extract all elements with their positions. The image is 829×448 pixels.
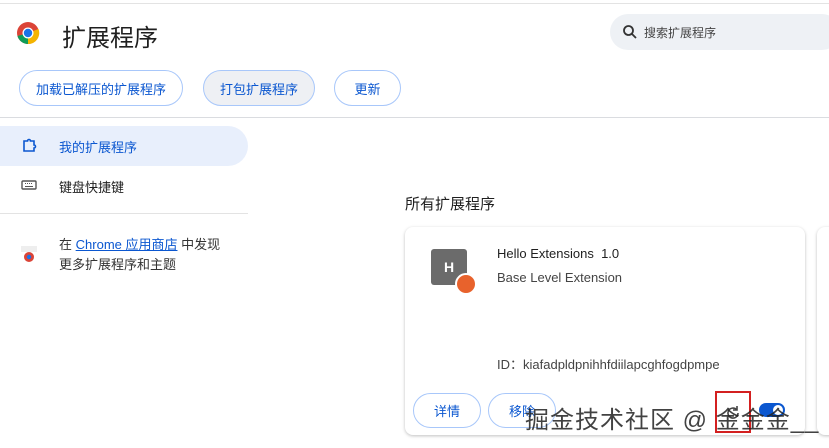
search-icon [623, 25, 637, 39]
web-store-icon [21, 246, 37, 262]
search-input[interactable]: 搜索扩展程序 [610, 14, 829, 50]
divider [0, 117, 829, 118]
pack-extension-button[interactable]: 打包扩展程序 [203, 70, 315, 106]
extension-title: Hello Extensions [497, 246, 594, 261]
store-suffix: 中发现 [181, 237, 221, 252]
divider [0, 3, 829, 4]
extension-description: Base Level Extension [497, 270, 623, 285]
web-store-link[interactable]: Chrome 应用商店 [76, 237, 178, 252]
divider [0, 213, 248, 214]
unpacked-badge-icon [455, 273, 477, 295]
extension-name: Hello Extensions 1.0 [497, 246, 619, 261]
extension-version: 1.0 [601, 246, 620, 261]
search-placeholder: 搜索扩展程序 [644, 26, 717, 40]
extension-id: ID：kiafadpldpnihhfdiilapcghfogdpmpe [497, 357, 720, 372]
chrome-logo-icon [17, 22, 40, 45]
page-title: 扩展程序 [62, 25, 158, 52]
keyboard-icon [21, 180, 37, 190]
details-button[interactable]: 详情 [413, 393, 481, 428]
sidebar-item-label: 键盘快捷键 [59, 179, 125, 195]
store-line2: 更多扩展程序和主题 [59, 257, 177, 272]
sidebar-item-label: 我的扩展程序 [59, 139, 138, 155]
web-store-promo: 在 Chrome 应用商店 中发现 更多扩展程序和主题 [59, 235, 220, 275]
puzzle-icon [23, 138, 37, 152]
watermark: 掘金技术社区 @ 金金金__ [525, 407, 820, 434]
section-title: 所有扩展程序 [405, 196, 496, 213]
load-unpacked-button[interactable]: 加载已解压的扩展程序 [19, 70, 183, 106]
update-button[interactable]: 更新 [334, 70, 401, 106]
sidebar-item-keyboard-shortcuts[interactable]: 键盘快捷键 [0, 166, 248, 206]
store-prefix: 在 [59, 237, 73, 252]
sidebar-item-my-extensions[interactable]: 我的扩展程序 [0, 126, 248, 166]
